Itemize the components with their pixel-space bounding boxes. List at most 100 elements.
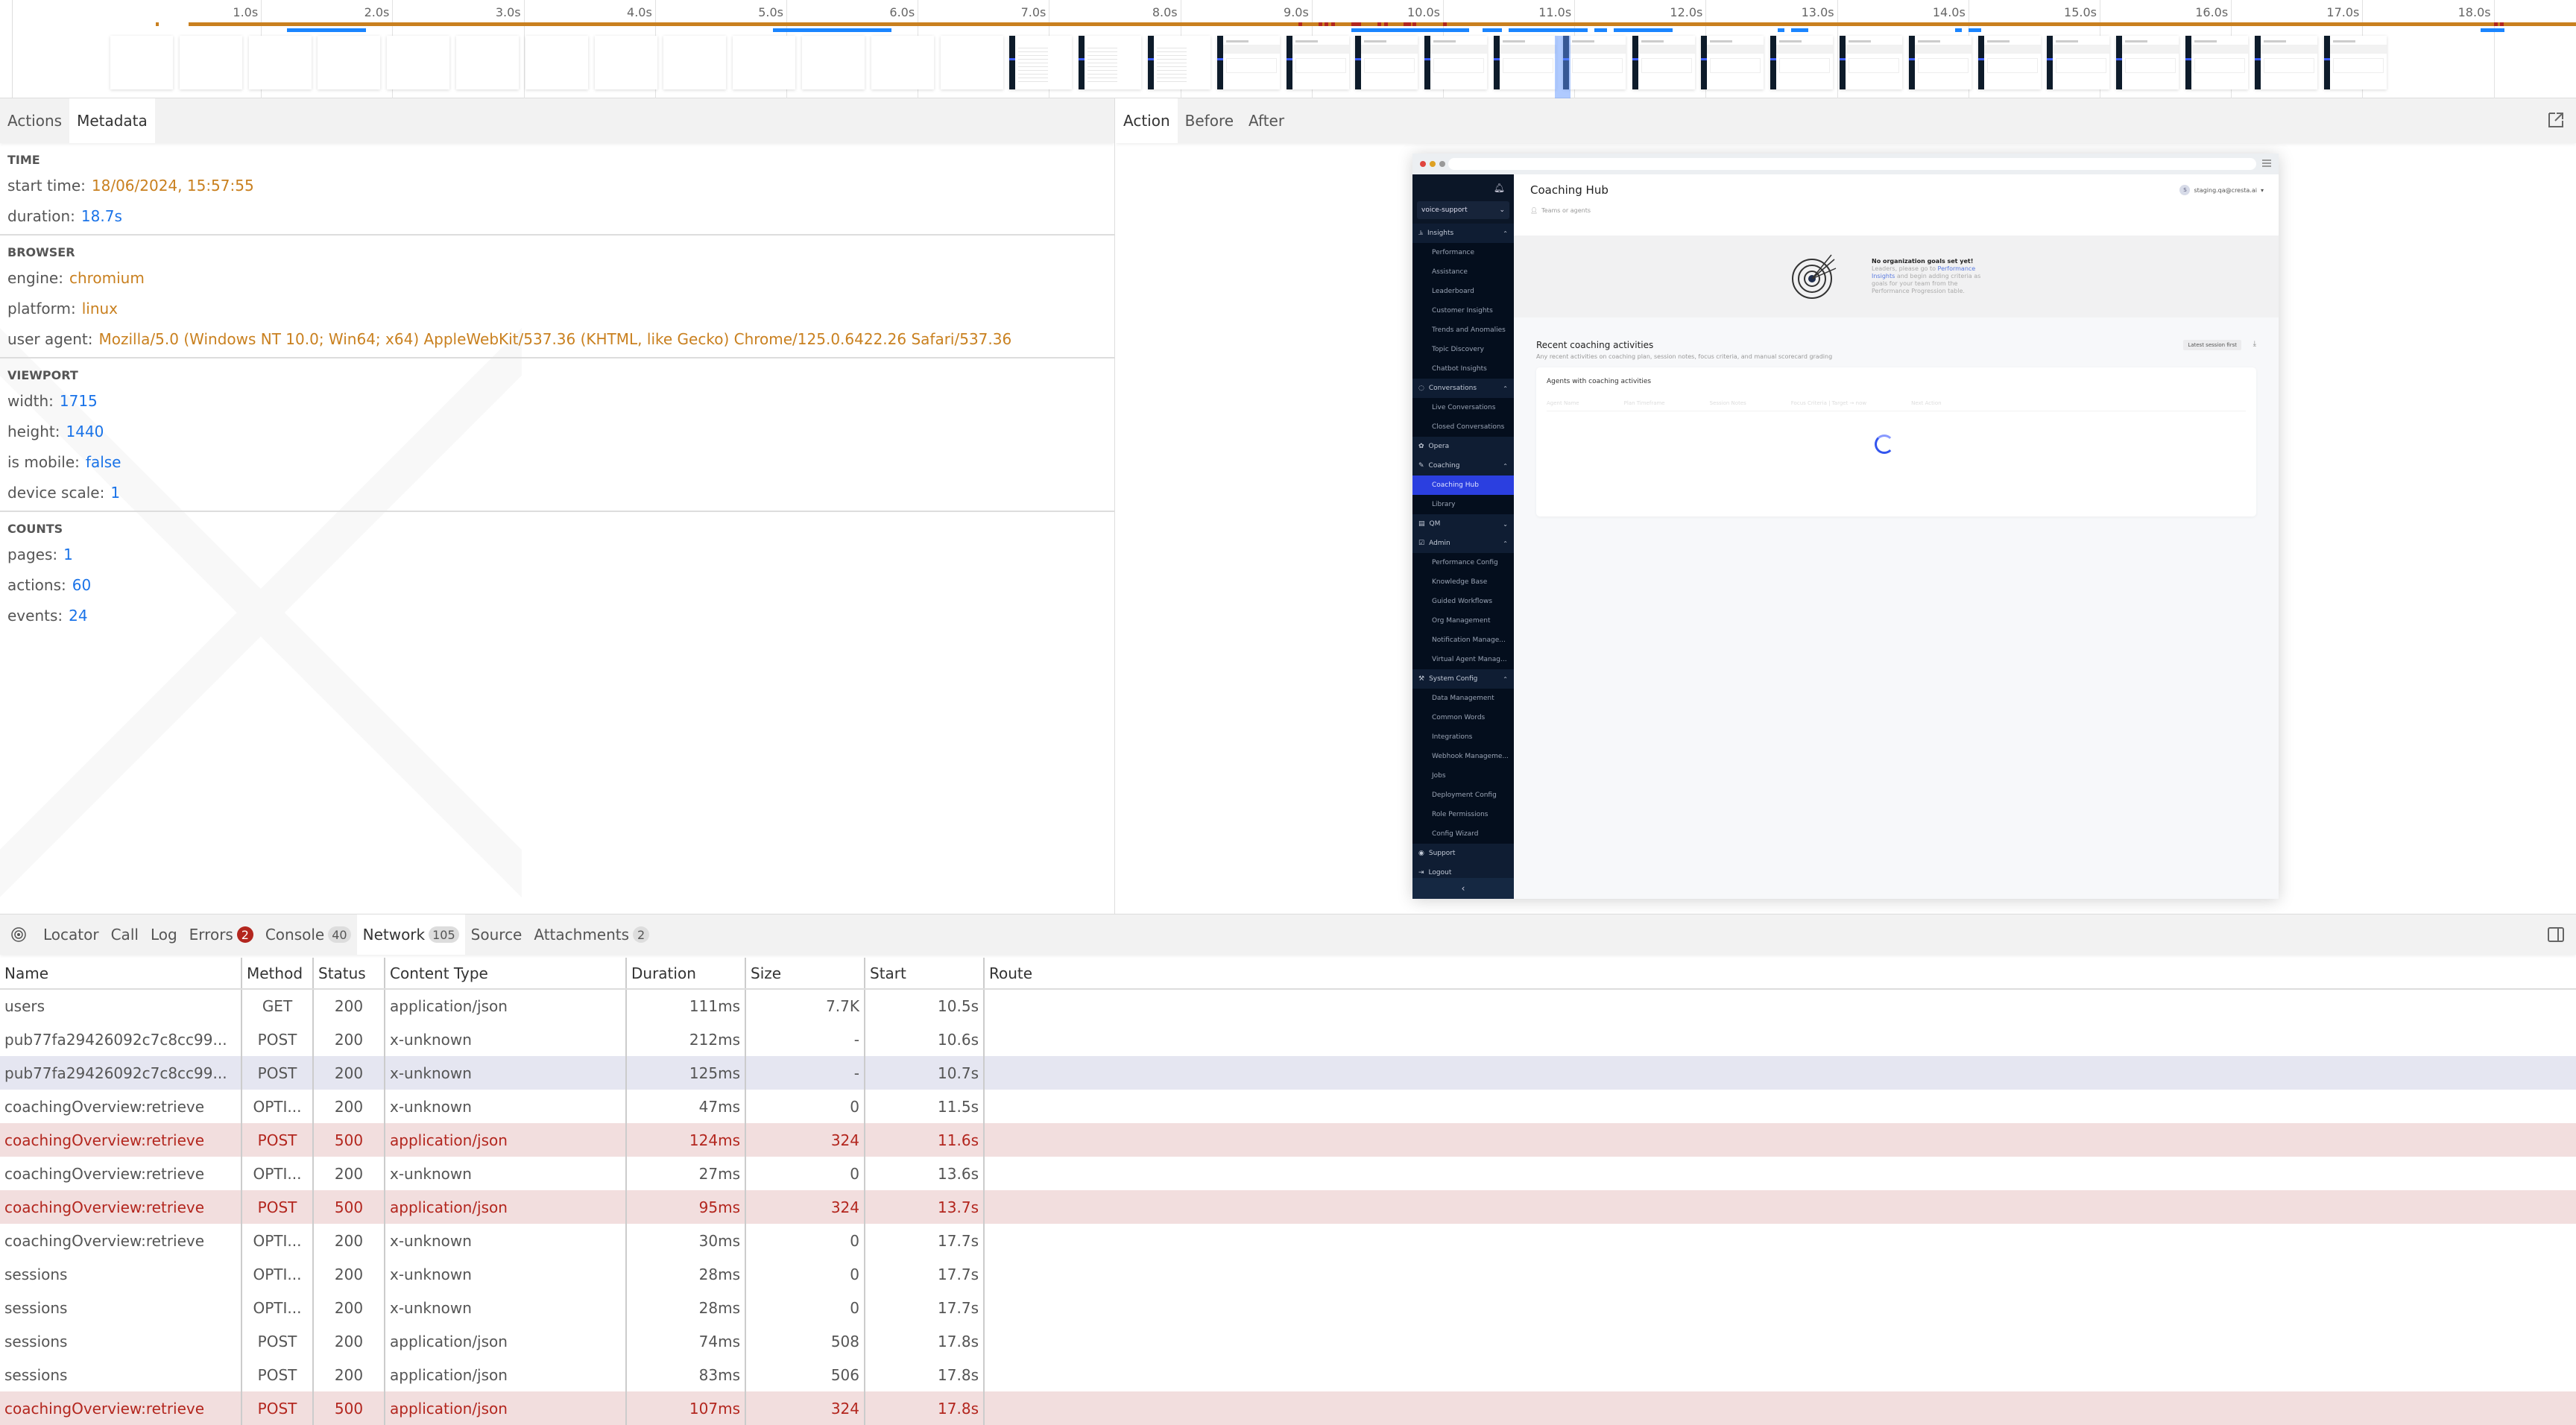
filmstrip-frame[interactable] [1494,36,1556,89]
column-header-status[interactable]: Status [313,958,385,990]
column-header-route[interactable]: Route [984,958,2576,990]
nav-item-guided-workflows[interactable]: Guided Workflows [1412,592,1514,611]
user-menu[interactable]: S staging.qa@cresta.ai ▾ [2179,185,2264,195]
network-row[interactable]: coachingOverview:retrieve POST 500 applicat… [0,1123,2576,1157]
nav-item-assistance[interactable]: Assistance [1412,262,1514,282]
network-row[interactable]: sessions OPTI... 200 x-unknown 28ms 0 17.7s [0,1257,2576,1291]
tab-call[interactable]: Call [105,914,145,955]
nav-item-common-words[interactable]: Common Words [1412,708,1514,727]
filmstrip-frame[interactable] [2254,36,2317,89]
nav-group-coaching[interactable]: ✎ Coaching ⌃ [1412,456,1514,475]
column-header-size[interactable]: Size [745,958,865,990]
nav-item-live-conversations[interactable]: Live Conversations [1412,398,1514,417]
filmstrip-frame[interactable] [1216,36,1280,89]
tab-locator[interactable]: Locator [37,914,105,955]
nav-group-opera[interactable]: ✿ Opera [1412,437,1514,456]
filmstrip-frame[interactable] [733,36,796,89]
filmstrip-frame[interactable] [871,36,934,89]
tab-action[interactable]: Action [1116,98,1178,143]
column-header-method[interactable]: Method [242,958,314,990]
nav-group-insights[interactable]: ⫡ Insights ⌃ [1412,224,1514,243]
nav-group-conversations[interactable]: ◌ Conversations ⌃ [1412,379,1514,398]
nav-group-admin[interactable]: ☑ Admin ⌃ [1412,534,1514,553]
tab-errors[interactable]: Errors 2 [183,914,259,955]
sort-button[interactable]: Latest session first [2183,340,2241,350]
filmstrip-frame[interactable] [387,36,450,89]
network-row[interactable]: sessions OPTI... 200 x-unknown 28ms 0 17.7s [0,1291,2576,1324]
org-select[interactable]: voice-support ⌄ [1417,201,1509,219]
tab-actions[interactable]: Actions [0,98,69,143]
filmstrip-frame[interactable] [1079,36,1142,89]
network-row[interactable]: pub77fa29426092c7c8cc99... POST 200 x-unkno… [0,1023,2576,1056]
filmstrip-frame[interactable] [1977,36,2041,89]
network-row[interactable]: users GET 200 application/json 111ms 7.7K 10.5… [0,989,2576,1023]
nav-group-system-config[interactable]: ⚒ System Config ⌃ [1412,669,1514,689]
column-header-content-type[interactable]: Content Type [385,958,627,990]
nav-item-performance-config[interactable]: Performance Config [1412,553,1514,572]
filmstrip-frame[interactable] [802,36,865,89]
nav-item-deployment-config[interactable]: Deployment Config [1412,786,1514,805]
tab-log[interactable]: Log [145,914,183,955]
nav-item-config-wizard[interactable]: Config Wizard [1412,824,1514,844]
tab-after[interactable]: After [1241,98,1292,143]
network-row[interactable]: sessions POST 200 application/json 83ms 506 17… [0,1358,2576,1391]
filmstrip-frame[interactable] [2116,36,2179,89]
filmstrip-frame[interactable] [179,36,242,89]
filmstrip-frame[interactable] [456,36,519,89]
filmstrip-frame[interactable] [663,36,727,89]
filmstrip-frame[interactable] [318,36,381,89]
nav-item-integrations[interactable]: Integrations [1412,727,1514,747]
tab-source[interactable]: Source [465,914,528,955]
nav-item-coaching-hub[interactable]: Coaching Hub [1412,475,1514,495]
toggle-split-icon[interactable] [2546,925,2566,944]
nav-item-customer-insights[interactable]: Customer Insights [1412,301,1514,320]
filmstrip-frame[interactable] [1840,36,1902,89]
filmstrip-frame[interactable] [1286,36,1349,89]
nav-item-notification-manage[interactable]: Notification Manage... [1412,631,1514,650]
filmstrip-frame[interactable] [940,36,1003,89]
nav-item-knowledge-base[interactable]: Knowledge Base [1412,572,1514,592]
nav-group-support[interactable]: ◉ Support [1412,844,1514,863]
filmstrip-frame[interactable] [1632,36,1695,89]
nav-item-closed-conversations[interactable]: Closed Conversations [1412,417,1514,437]
nav-item-library[interactable]: Library [1412,495,1514,514]
filmstrip-frame[interactable] [2185,36,2248,89]
nav-item-webhook-manageme[interactable]: Webhook Manageme... [1412,747,1514,766]
filmstrip-frame[interactable] [1148,36,1210,89]
tab-network[interactable]: Network 105 [356,914,465,955]
open-in-new-window-icon[interactable] [2546,110,2566,130]
network-row[interactable]: coachingOverview:retrieve POST 500 applicat… [0,1190,2576,1224]
filmstrip-frame[interactable] [1355,36,1418,89]
nav-item-topic-discovery[interactable]: Topic Discovery [1412,340,1514,359]
filmstrip-frame[interactable] [248,36,312,89]
column-header-start[interactable]: Start [865,958,985,990]
nav-group-qm[interactable]: ▤ QM ⌄ [1412,514,1514,534]
network-row[interactable]: coachingOverview:retrieve POST 500 applicat… [0,1391,2576,1425]
tab-console[interactable]: Console 40 [259,914,357,955]
pick-locator-icon[interactable] [0,914,37,955]
download-icon[interactable]: ⤓ [2253,340,2256,348]
column-header-duration[interactable]: Duration [626,958,746,990]
filmstrip-frame[interactable] [2323,36,2387,89]
filmstrip-frame[interactable] [110,36,173,89]
filmstrip-frame[interactable] [594,36,657,89]
page-snapshot[interactable]: 🔔︎ voice-support ⌄ ⫡ Insights ⌃ Performance… [1412,154,2279,899]
timeline[interactable]: 1.0s 2.0s 3.0s 4.0s 5.0s 6.0s 7.0s 8.0s 9.0s 10.0… [0,0,2576,98]
filmstrip-frame[interactable] [2047,36,2110,89]
column-header-name[interactable]: Name [0,958,242,990]
collapse-sidebar-icon[interactable]: ‹ [1412,878,1514,899]
nav-item-trends-and-anomalies[interactable]: Trends and Anomalies [1412,320,1514,340]
bell-icon[interactable]: 🔔︎ [1412,174,1514,201]
filmstrip-frame[interactable] [1770,36,1834,89]
filmstrip-frame[interactable] [525,36,588,89]
filmstrip-frame[interactable] [1424,36,1488,89]
filmstrip-frame[interactable] [1009,36,1073,89]
network-row[interactable]: sessions POST 200 application/json 74ms 508 17… [0,1324,2576,1358]
network-row[interactable]: coachingOverview:retrieve OPTI... 200 x-unk… [0,1224,2576,1257]
nav-item-role-permissions[interactable]: Role Permissions [1412,805,1514,824]
nav-item-jobs[interactable]: Jobs [1412,766,1514,786]
timeline-selection[interactable] [1554,36,1570,98]
nav-item-virtual-agent-manag[interactable]: Virtual Agent Manag... [1412,650,1514,669]
nav-item-leaderboard[interactable]: Leaderboard [1412,282,1514,301]
filmstrip-frame[interactable] [1562,36,1626,89]
